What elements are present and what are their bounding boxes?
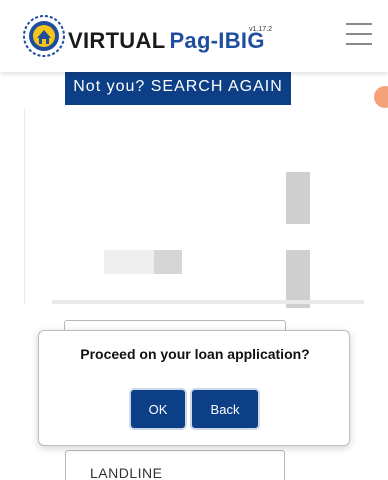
floating-help-dot[interactable]	[374, 86, 388, 108]
app-header: VIRTUAL Pag-IBIG v1.17.2	[0, 0, 388, 72]
dialog-title: Proceed on your loan application?	[80, 346, 310, 362]
ok-button[interactable]: OK	[131, 390, 185, 428]
landline-field[interactable]: LANDLINE	[65, 450, 285, 480]
hamburger-line	[346, 33, 372, 35]
redacted-block	[154, 250, 182, 274]
hamburger-line	[346, 23, 372, 25]
back-button[interactable]: Back	[192, 390, 258, 428]
hamburger-menu-icon[interactable]	[346, 23, 372, 45]
app-title: VIRTUAL Pag-IBIG	[68, 28, 265, 54]
pagibig-seal-logo	[23, 15, 65, 57]
app-title-virtual: VIRTUAL	[68, 28, 166, 53]
redacted-block	[286, 172, 310, 224]
confirm-dialog: Proceed on your loan application? OK Bac…	[38, 330, 350, 446]
member-info-panel	[24, 108, 364, 304]
search-again-button[interactable]: Not you? SEARCH AGAIN	[65, 67, 291, 105]
redacted-block	[104, 250, 154, 274]
version-label: v1.17.2	[249, 26, 272, 33]
landline-label: LANDLINE	[90, 465, 163, 480]
hamburger-line	[346, 43, 372, 45]
section-divider	[52, 300, 364, 304]
